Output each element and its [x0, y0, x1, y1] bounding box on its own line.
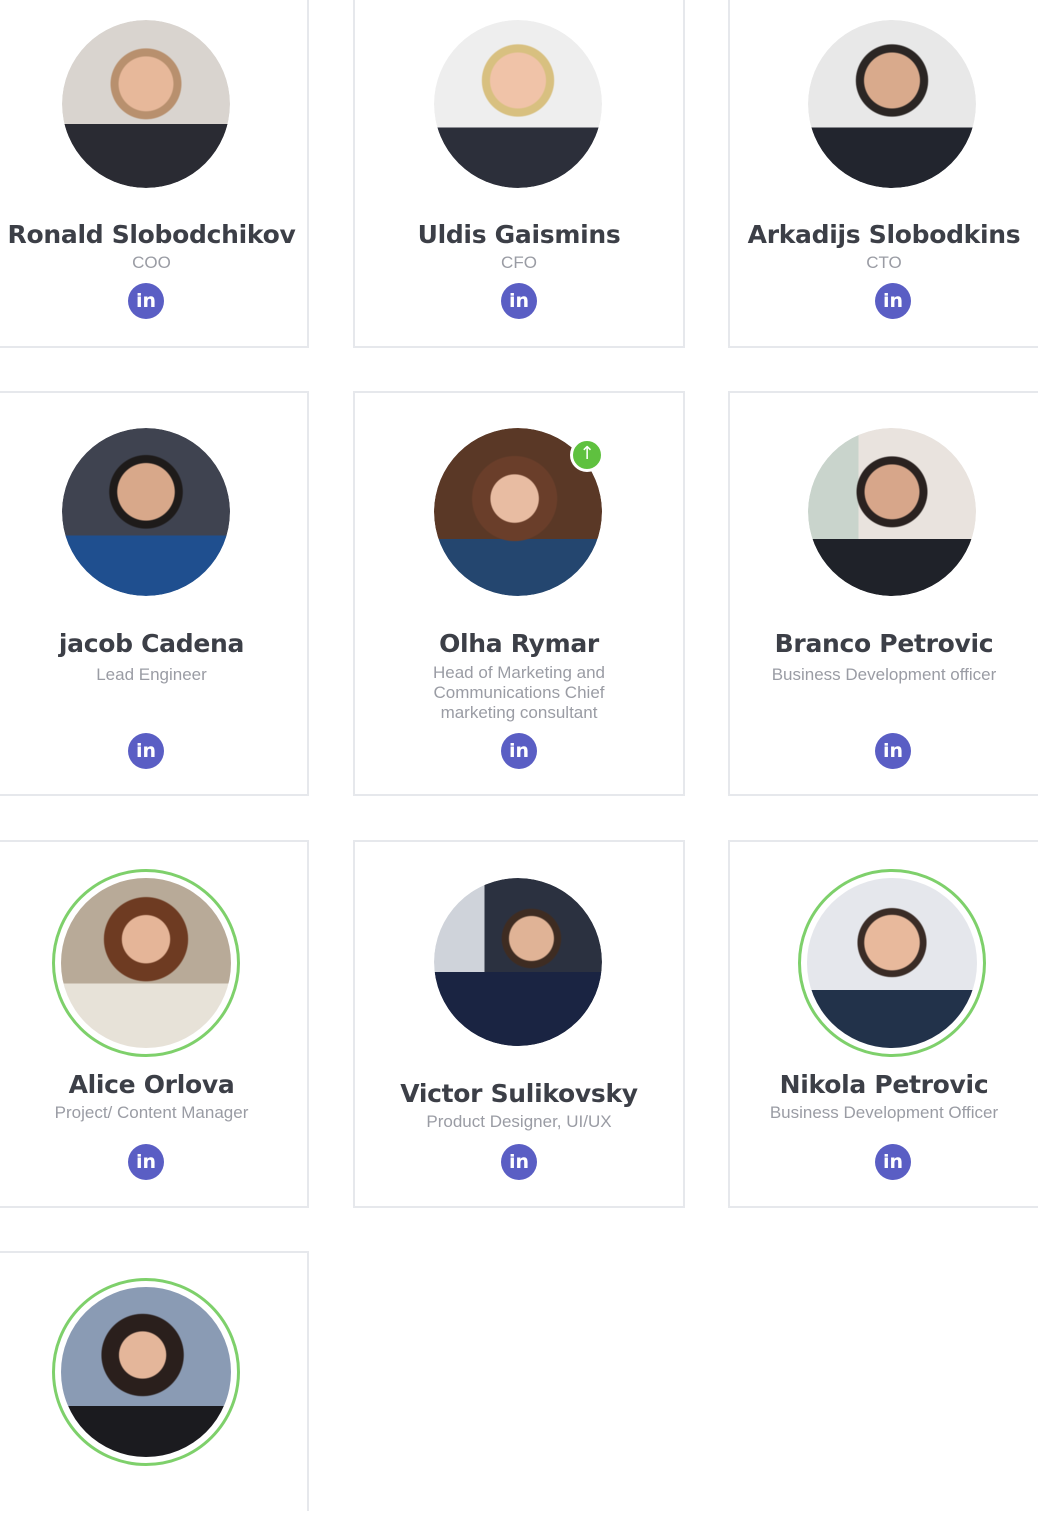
member-name: Ronald Slobodchikov [7, 220, 296, 249]
avatar [434, 878, 602, 1046]
member-name: Branco Petrovic [774, 629, 994, 658]
team-card-jacob-cadena: jacob Cadena Lead Engineer in [0, 391, 309, 796]
member-role: COO [132, 253, 171, 272]
team-card-alice-orlova: Alice Orlova Project/ Content Manager in [0, 840, 309, 1208]
member-name: jacob Cadena [58, 629, 245, 658]
member-role: Lead Engineer [96, 665, 207, 684]
team-card-nikola-petrovic: Nikola Petrovic Business Development Off… [728, 840, 1038, 1208]
member-name: Alice Orlova [68, 1070, 235, 1099]
linkedin-icon[interactable]: in [128, 733, 164, 769]
team-card-arkadijs-slobodkins: Arkadijs Slobodkins CTO in [728, 0, 1038, 348]
linkedin-icon[interactable]: in [501, 283, 537, 319]
member-role: Business Development Officer [769, 1103, 999, 1122]
member-role: CTO [866, 253, 902, 272]
member-role: CFO [501, 253, 537, 272]
member-name: Nikola Petrovic [779, 1070, 989, 1099]
team-card-branco-petrovic: Branco Petrovic Business Development off… [728, 391, 1038, 796]
member-role: Head of Marketing and Communications Chi… [433, 663, 605, 722]
team-card-partial [0, 1251, 309, 1511]
team-card-uldis-gaismins: Uldis Gaismins CFO in [353, 0, 685, 348]
linkedin-icon[interactable]: in [128, 1144, 164, 1180]
team-card-olha-rymar: ↑ Olha Rymar Head of Marketing and Commu… [353, 391, 685, 796]
linkedin-icon[interactable]: in [875, 1144, 911, 1180]
avatar [62, 20, 230, 188]
avatar [434, 20, 602, 188]
avatar [808, 428, 976, 596]
avatar [62, 428, 230, 596]
team-card-victor-sulikovsky: Victor Sulikovsky Product Designer, UI/U… [353, 840, 685, 1208]
member-role: Project/ Content Manager [54, 1103, 249, 1122]
linkedin-icon[interactable]: in [128, 283, 164, 319]
member-name: Arkadijs Slobodkins [747, 220, 1021, 249]
linkedin-icon[interactable]: in [501, 733, 537, 769]
member-role: Business Development officer [771, 665, 997, 684]
avatar [808, 20, 976, 188]
linkedin-icon[interactable]: in [875, 733, 911, 769]
team-card-ronald-slobodchikov: Ronald Slobodchikov COO in [0, 0, 309, 348]
avatar [52, 869, 240, 1057]
avatar [798, 869, 986, 1057]
linkedin-icon[interactable]: in [875, 283, 911, 319]
member-name: Uldis Gaismins [417, 220, 621, 249]
arrow-up-icon: ↑ [570, 438, 604, 472]
linkedin-icon[interactable]: in [501, 1144, 537, 1180]
member-name: Olha Rymar [439, 629, 599, 658]
avatar [52, 1278, 240, 1466]
member-role: Product Designer, UI/UX [426, 1112, 612, 1131]
member-name: Victor Sulikovsky [400, 1079, 638, 1108]
